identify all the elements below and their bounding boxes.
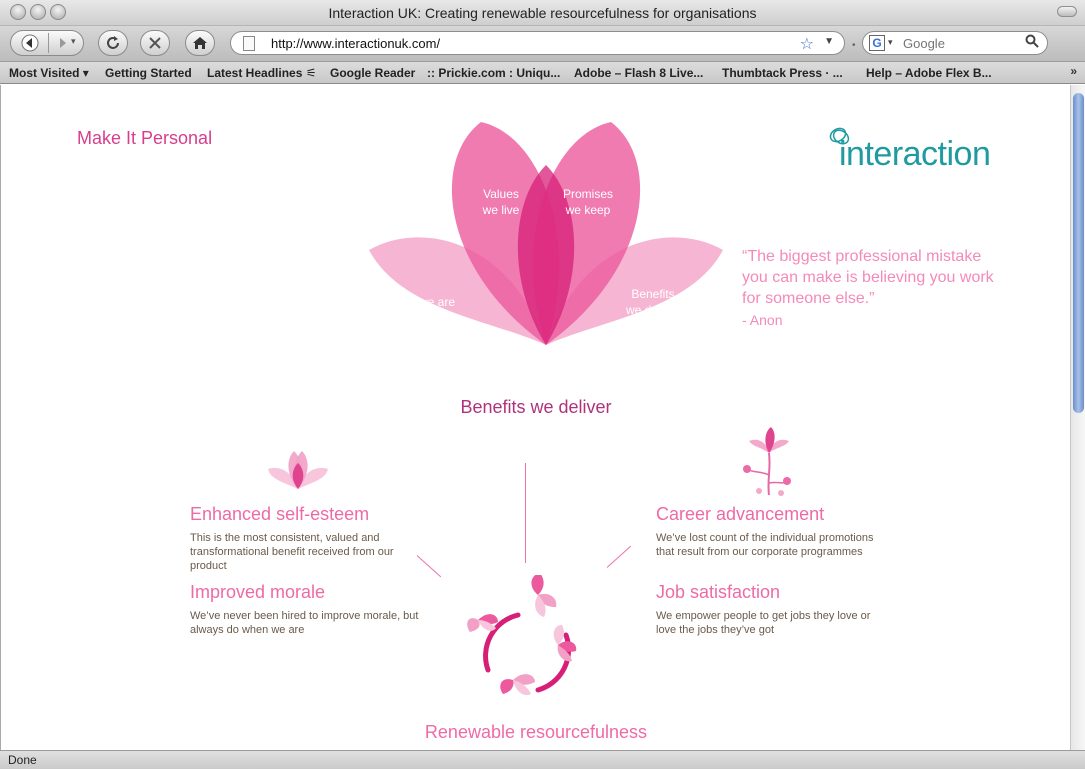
renewable-heading: Renewable resourcefulness [424, 722, 648, 742]
window-title: Interaction UK: Creating renewable resou… [328, 5, 757, 21]
star-icon[interactable]: ☆ [800, 34, 814, 54]
search-bar[interactable]: G ▾ [862, 31, 1048, 55]
benefit-title-job-satisfaction: Job satisfaction [656, 582, 781, 602]
page-icon [243, 36, 255, 51]
flower-branch-icon [743, 427, 791, 496]
search-input[interactable] [903, 36, 1023, 51]
benefit-title-morale: Improved morale [190, 582, 326, 602]
benefit-text-career: We’ve lost count of the individual promo… [656, 532, 874, 558]
bookmark-adobe-flex[interactable]: Help – Adobe Flex B... [866, 66, 992, 80]
connector-line-center [525, 463, 526, 563]
interaction-logo[interactable]: interaction [827, 123, 1007, 178]
benefit-title-self-esteem: Enhanced self-esteem [190, 504, 370, 524]
benefit-text-self-esteem: This is the most consistent, valued and … [190, 532, 394, 572]
home-button[interactable] [185, 30, 215, 56]
reload-button[interactable] [98, 30, 128, 56]
bookmarks-toolbar: Most Visited ▾ Getting Started Latest He… [0, 62, 1085, 84]
back-arrow-icon [21, 34, 39, 52]
window-titlebar: Interaction UK: Creating renewable resou… [0, 0, 1085, 26]
navigation-toolbar: ▾ ☆ ▼ • G ▾ [0, 26, 1085, 62]
search-engine-dropdown-icon[interactable]: ▾ [888, 37, 893, 48]
small-lotus-icon [268, 451, 328, 489]
scrollbar-thumb[interactable] [1073, 93, 1084, 413]
address-bar[interactable]: ☆ ▼ [230, 31, 845, 55]
petal-label-values: Values we live [482, 187, 520, 217]
reload-icon [107, 36, 119, 49]
bookmark-prickie[interactable]: :: Prickie.com : Uniqu... [427, 66, 560, 80]
stop-button[interactable] [140, 30, 170, 56]
lotus-petals-graphic [369, 122, 723, 345]
bookmark-most-visited[interactable]: Most Visited ▾ [9, 66, 89, 80]
toolbar-separator: • [852, 40, 856, 51]
quote-text: “The biggest professional mistake you ca… [742, 248, 994, 307]
petal-label-promises: Promises we keep [562, 187, 613, 217]
logo-text: interaction [839, 135, 991, 173]
status-text: Done [8, 753, 37, 767]
magnifier-icon[interactable] [1025, 34, 1039, 51]
status-bar: Done [0, 750, 1085, 769]
search-engine-icon[interactable]: G [869, 35, 885, 51]
vertical-scrollbar[interactable] [1070, 85, 1085, 750]
back-button[interactable] [21, 34, 39, 55]
benefit-title-career: Career advancement [656, 504, 825, 524]
back-forward-buttons: ▾ [10, 30, 84, 56]
page-tagline: Make It Personal [77, 128, 213, 148]
connector-line-right [606, 545, 632, 568]
home-icon [193, 37, 207, 49]
petal-label-who-we-are: Who we are [390, 295, 456, 309]
bookmark-adobe-flash[interactable]: Adobe – Flash 8 Live... [574, 66, 703, 80]
bookmarks-overflow-button[interactable]: » [1070, 64, 1077, 78]
history-dropdown-icon[interactable]: ▾ [71, 36, 76, 47]
toolbar-toggle-button[interactable] [1057, 6, 1077, 17]
bookmark-thumbtack-press[interactable]: Thumbtack Press · ... [722, 66, 843, 80]
page-viewport: Make It Personal interaction Who we are … [0, 85, 1085, 750]
renewable-ring-graphic [467, 575, 577, 696]
benefit-text-morale: We’ve never been hired to improve morale… [190, 610, 419, 636]
bookmark-latest-headlines[interactable]: Latest Headlines ⚟ [207, 66, 316, 80]
quote-author: - Anon [742, 312, 783, 328]
benefit-text-job-satisfaction: We empower people to get jobs they love … [656, 610, 871, 636]
forward-arrow-icon [60, 38, 66, 48]
bookmark-google-reader[interactable]: Google Reader [330, 66, 415, 80]
connector-line-left [416, 555, 442, 578]
stop-icon [149, 37, 161, 49]
url-dropdown-icon[interactable]: ▼ [824, 36, 834, 47]
petal-label-benefits: Benefits we deliver [625, 287, 681, 317]
bookmark-getting-started[interactable]: Getting Started [105, 66, 192, 80]
benefits-heading: Benefits we deliver [460, 397, 612, 417]
forward-button[interactable] [55, 35, 71, 54]
lotus-diagram: Who we are Values we live Promises we keep… [361, 120, 731, 395]
url-input[interactable] [271, 36, 821, 51]
